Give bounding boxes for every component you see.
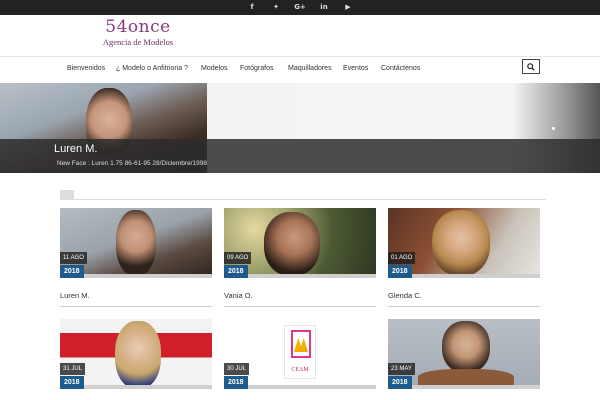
- hero-subtitle: New Face : Luren 1.75 86-61-95 28/Diciem…: [57, 160, 207, 167]
- ceam-logo: CEAM: [284, 325, 316, 379]
- site-header: 54once Agencia de Modelos: [0, 15, 600, 57]
- google-plus-icon[interactable]: G+: [293, 0, 307, 15]
- main-nav: Bienvenidos ¿ Modelo o Anfitriona ? Mode…: [0, 58, 600, 83]
- nav-bienvenidos[interactable]: Bienvenidos: [67, 65, 105, 72]
- post-date-day: 11 AGO: [60, 252, 87, 264]
- post-title[interactable]: Glenda C.: [388, 291, 422, 300]
- hero-slider[interactable]: Luren M. New Face : Luren 1.75 86-61-95 …: [0, 83, 600, 173]
- post-date-day: 23 MAY: [388, 363, 415, 375]
- post-date-day: 30 JUL: [224, 363, 250, 375]
- linkedin-icon[interactable]: in: [317, 0, 331, 15]
- post-date-year: 2018: [60, 376, 84, 389]
- search-button[interactable]: [522, 59, 540, 74]
- slider-dot[interactable]: [552, 127, 555, 130]
- section-tab[interactable]: [60, 190, 74, 200]
- logo-subtitle: Agencia de Modelos: [102, 37, 174, 47]
- post-date-year: 2018: [388, 265, 412, 278]
- youtube-icon[interactable]: ▶: [341, 0, 355, 15]
- nav-fotografos[interactable]: Fotógrafos: [240, 65, 273, 72]
- post-date-year: 2018: [60, 265, 84, 278]
- twitter-icon[interactable]: ✦: [269, 0, 283, 15]
- section-tabbar: [60, 190, 546, 200]
- nav-modelo-anfitriona[interactable]: ¿ Modelo o Anfitriona ?: [116, 65, 188, 72]
- post-date-day: 31 JUL: [60, 363, 86, 375]
- nav-modelos[interactable]: Modelos: [201, 65, 227, 72]
- logo-title: 54once: [105, 17, 171, 37]
- hero-title[interactable]: Luren M.: [54, 143, 97, 155]
- post-date-day: 09 AGO: [224, 252, 252, 264]
- search-icon: [527, 62, 535, 71]
- post-date-year: 2018: [388, 376, 412, 389]
- post-title[interactable]: Vania O.: [224, 291, 253, 300]
- nav-eventos[interactable]: Eventos: [343, 65, 368, 72]
- post-title[interactable]: Luren M.: [60, 291, 90, 300]
- nav-maquilladores[interactable]: Maquilladores: [288, 65, 332, 72]
- social-bar: f ✦ G+ in ▶: [0, 0, 600, 15]
- post-date-day: 01 AGO: [388, 252, 416, 264]
- site-logo[interactable]: 54once Agencia de Modelos: [98, 17, 178, 55]
- ceam-logo-text: CEAM: [291, 367, 309, 373]
- facebook-icon[interactable]: f: [245, 0, 259, 15]
- nav-contactenos[interactable]: Contáctenos: [381, 65, 420, 72]
- post-date-year: 2018: [224, 265, 248, 278]
- post-date-year: 2018: [224, 376, 248, 389]
